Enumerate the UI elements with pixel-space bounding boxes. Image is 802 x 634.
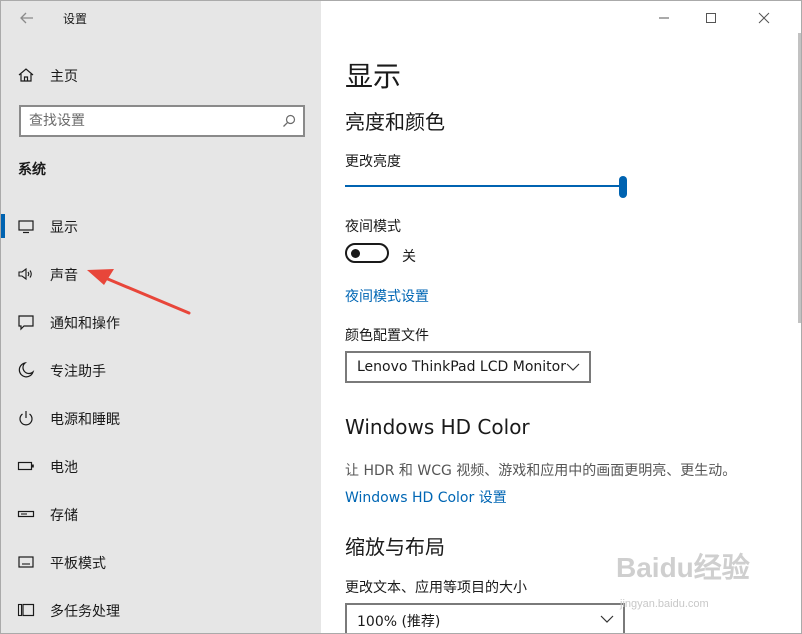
sidebar-nav: 显示 声音 通知和操作 专注助手 电源和睡眠 电池 存储 平板模式 多任务处理 <box>1 210 321 633</box>
night-mode-state: 关 <box>402 249 416 265</box>
message-icon <box>18 315 34 331</box>
monitor-icon <box>18 220 34 234</box>
sidebar-item-sound[interactable]: 声音 <box>1 258 321 306</box>
brightness-label: 更改亮度 <box>345 154 401 170</box>
chevron-down-icon <box>566 363 580 371</box>
sidebar-item-label: 电源和睡眠 <box>50 412 120 428</box>
sidebar-item-label: 平板模式 <box>50 556 106 572</box>
scale-label: 更改文本、应用等项目的大小 <box>345 580 527 596</box>
scale-dropdown[interactable]: 100% (推荐) <box>345 603 625 633</box>
brightness-slider[interactable] <box>345 175 627 199</box>
sidebar-item-label: 声音 <box>50 268 78 284</box>
chevron-down-icon <box>600 615 614 623</box>
sidebar-item-display[interactable]: 显示 <box>1 210 321 258</box>
night-mode-settings-link[interactable]: 夜间模式设置 <box>345 286 429 306</box>
slider-fill <box>345 185 623 187</box>
multitask-icon <box>17 603 35 617</box>
search-box[interactable] <box>19 105 305 137</box>
sidebar-item-label: 电池 <box>50 460 78 476</box>
dropdown-value: Lenovo ThinkPad LCD Monitor <box>357 359 566 375</box>
sidebar-item-multitasking[interactable]: 多任务处理 <box>1 594 321 633</box>
back-arrow-icon <box>20 12 33 24</box>
tablet-icon <box>18 556 34 568</box>
sidebar-item-label: 多任务处理 <box>50 604 120 620</box>
section-heading-brightness: 亮度和颜色 <box>345 110 445 134</box>
moon-icon <box>18 361 35 378</box>
sidebar-item-label: 专注助手 <box>50 364 106 380</box>
scrollbar[interactable] <box>798 33 801 323</box>
sidebar-item-label: 存储 <box>50 508 78 524</box>
sidebar-item-storage[interactable]: 存储 <box>1 498 321 546</box>
night-mode-label: 夜间模式 <box>345 219 401 235</box>
sidebar: 设置 主页 系统 显示 <box>1 1 321 633</box>
dropdown-value: 100% (推荐) <box>357 614 441 630</box>
section-heading: 系统 <box>18 162 46 178</box>
sidebar-item-tablet-mode[interactable]: 平板模式 <box>1 546 321 594</box>
maximize-button[interactable] <box>688 1 734 33</box>
sidebar-item-home[interactable]: 主页 <box>1 59 321 91</box>
color-profile-label: 颜色配置文件 <box>345 328 429 344</box>
section-heading-scale-layout: 缩放与布局 <box>345 535 445 559</box>
content-pane: 显示 亮度和颜色 更改亮度 夜间模式 关 夜间模式设置 颜色配置文件 Lenov… <box>321 1 801 633</box>
hd-color-description: 让 HDR 和 WCG 视频、游戏和应用中的画面更明亮、更生动。 <box>345 463 737 479</box>
battery-icon <box>17 461 34 471</box>
search-icon[interactable] <box>281 113 297 129</box>
speaker-icon <box>18 267 32 281</box>
sidebar-item-label: 通知和操作 <box>50 316 120 332</box>
minimize-button[interactable] <box>641 1 687 33</box>
close-button[interactable] <box>741 1 787 33</box>
color-profile-dropdown[interactable]: Lenovo ThinkPad LCD Monitor <box>345 351 591 383</box>
maximize-icon <box>706 13 716 23</box>
night-mode-toggle[interactable] <box>345 243 389 263</box>
window-controls <box>641 1 801 33</box>
home-icon <box>18 68 34 82</box>
sidebar-item-battery[interactable]: 电池 <box>1 450 321 498</box>
settings-window: 设置 主页 系统 显示 <box>0 0 802 634</box>
toggle-knob <box>351 249 360 258</box>
sidebar-item-power[interactable]: 电源和睡眠 <box>1 402 321 450</box>
page-title: 显示 <box>345 60 402 93</box>
close-icon <box>758 12 770 24</box>
storage-icon <box>17 510 35 518</box>
sidebar-item-notifications[interactable]: 通知和操作 <box>1 306 321 354</box>
minimize-icon <box>659 17 669 19</box>
back-button[interactable] <box>15 7 39 29</box>
sidebar-item-label: 主页 <box>50 69 78 85</box>
app-title: 设置 <box>63 12 88 26</box>
slider-thumb[interactable] <box>619 176 627 198</box>
section-heading-hd-color: Windows HD Color <box>345 415 530 439</box>
search-input[interactable] <box>29 112 269 130</box>
sidebar-item-focus-assist[interactable]: 专注助手 <box>1 354 321 402</box>
sidebar-item-label: 显示 <box>50 220 78 236</box>
hd-color-settings-link[interactable]: Windows HD Color 设置 <box>345 487 507 507</box>
power-icon <box>19 411 33 426</box>
